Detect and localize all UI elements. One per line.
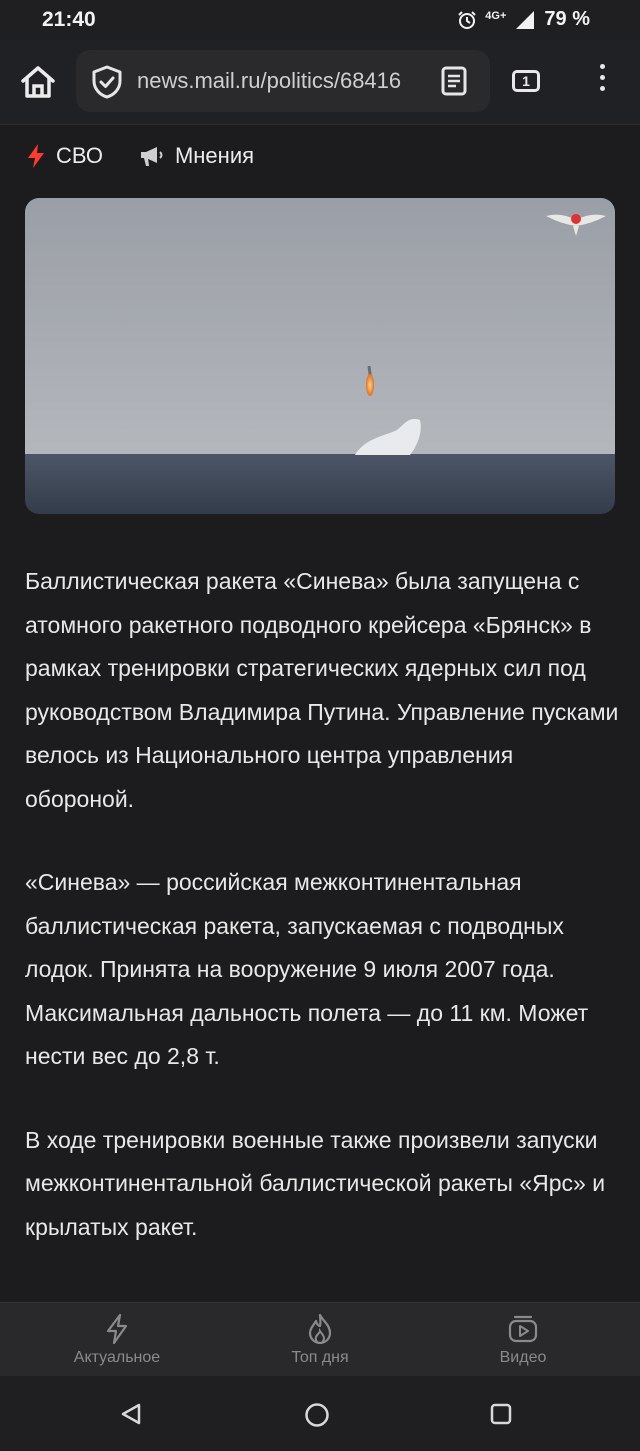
missile-launch-photo [25, 198, 615, 514]
home-icon [21, 66, 55, 98]
status-icons: 4G+ 79 % [457, 8, 590, 31]
more-vert-icon[interactable] [596, 64, 608, 100]
flame-icon [308, 1313, 332, 1345]
tab-label: Актуальное [73, 1349, 161, 1366]
megaphone-icon [140, 147, 163, 166]
article-image [25, 198, 615, 514]
article-paragraph: Баллистическая ракета «Синева» была запу… [25, 568, 619, 812]
network-label: 4G [485, 10, 500, 22]
browser-toolbar: news.mail.ru/politics/68416 1 [0, 40, 640, 125]
home-circle-icon[interactable] [304, 1402, 330, 1428]
lightning-icon [28, 144, 44, 168]
lightning-outline-icon [106, 1313, 128, 1345]
tab-video[interactable]: Видео [448, 1313, 598, 1367]
shield-check-icon[interactable] [91, 65, 123, 99]
status-bar: 21:40 4G+ 79 % [0, 0, 640, 40]
system-navigation-bar [0, 1376, 640, 1451]
bottom-tab-bar: Актуальное Топ дня Видео [0, 1302, 640, 1377]
signal-icon [516, 10, 535, 29]
video-play-icon [508, 1315, 538, 1343]
tab-label: Топ дня [291, 1349, 349, 1366]
battery-level: 79 % [544, 8, 590, 30]
tab-actual[interactable]: Актуальное [42, 1313, 192, 1367]
recents-icon[interactable] [489, 1402, 513, 1426]
reader-mode-icon[interactable] [440, 66, 468, 96]
alarm-icon [458, 10, 476, 29]
article-paragraph: «Синева» — российская межконтинентальная… [25, 869, 589, 1069]
status-time: 21:40 [42, 8, 96, 31]
url-text[interactable]: news.mail.ru/politics/68416 [137, 68, 437, 94]
tab-label: Видео [499, 1349, 547, 1366]
nav-item-svo[interactable]: СВО [26, 143, 103, 169]
nav-item-label: СВО [56, 143, 103, 168]
article-body: Баллистическая ракета «Синева» была запу… [25, 560, 620, 1289]
section-nav: СВО Мнения [26, 143, 254, 169]
address-bar[interactable]: news.mail.ru/politics/68416 [76, 50, 490, 112]
network-plus: + [499, 10, 507, 22]
nav-item-label: Мнения [174, 143, 255, 168]
tab-top-day[interactable]: Топ дня [245, 1313, 395, 1367]
nav-item-opinions[interactable]: Мнения [139, 143, 254, 169]
tab-count: 1 [522, 73, 530, 89]
home-button[interactable] [18, 62, 58, 102]
network-type: 4G+ [485, 11, 506, 22]
back-icon[interactable] [119, 1402, 143, 1426]
tabs-button[interactable]: 1 [512, 70, 540, 92]
article-paragraph: В ходе тренировки военные также произвел… [25, 1126, 606, 1240]
